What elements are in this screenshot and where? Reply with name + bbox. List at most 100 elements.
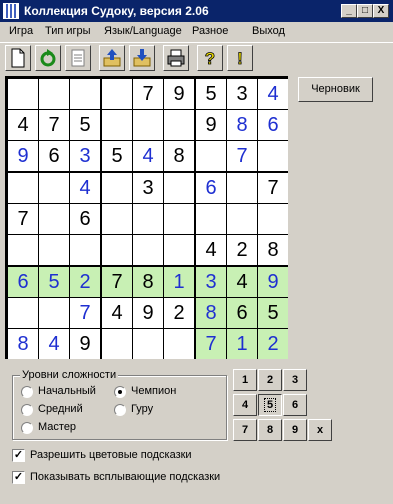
grid-cell[interactable]: 4 (133, 141, 163, 171)
grid-cell[interactable] (70, 79, 100, 109)
grid-cell[interactable]: 1 (227, 329, 257, 359)
maximize-button[interactable]: □ (357, 4, 373, 18)
grid-cell[interactable]: 7 (39, 110, 69, 140)
grid-cell[interactable]: 4 (102, 298, 132, 328)
restart-button[interactable] (35, 45, 61, 71)
grid-cell[interactable]: 8 (227, 110, 257, 140)
grid-cell[interactable]: 7 (227, 141, 257, 171)
minimize-button[interactable]: _ (341, 4, 357, 18)
grid-cell[interactable] (133, 329, 163, 359)
grid-cell[interactable]: 3 (70, 141, 100, 171)
numpad-key-1[interactable]: 1 (233, 369, 257, 391)
grid-cell[interactable] (102, 204, 132, 234)
grid-cell[interactable] (8, 235, 38, 265)
grid-cell[interactable] (39, 298, 69, 328)
grid-cell[interactable]: 9 (258, 267, 288, 297)
grid-cell[interactable]: 6 (70, 204, 100, 234)
grid-cell[interactable]: 6 (39, 141, 69, 171)
grid-cell[interactable]: 4 (258, 79, 288, 109)
grid-cell[interactable]: 8 (8, 329, 38, 359)
grid-cell[interactable]: 9 (164, 79, 194, 109)
menu-game[interactable]: Игра (9, 25, 33, 37)
numpad-key-5[interactable]: 5 (258, 394, 282, 416)
grid-cell[interactable]: 9 (196, 110, 226, 140)
grid-cell[interactable]: 2 (227, 235, 257, 265)
grid-cell[interactable]: 6 (227, 298, 257, 328)
open-button[interactable] (99, 45, 125, 71)
grid-cell[interactable] (39, 173, 69, 203)
grid-cell[interactable] (196, 204, 226, 234)
grid-cell[interactable]: 2 (258, 329, 288, 359)
grid-cell[interactable]: 4 (196, 235, 226, 265)
grid-cell[interactable] (227, 204, 257, 234)
grid-cell[interactable]: 5 (102, 141, 132, 171)
grid-cell[interactable] (133, 204, 163, 234)
grid-cell[interactable] (102, 329, 132, 359)
grid-cell[interactable]: 9 (70, 329, 100, 359)
grid-cell[interactable]: 8 (258, 235, 288, 265)
grid-cell[interactable]: 7 (196, 329, 226, 359)
grid-cell[interactable]: 3 (196, 267, 226, 297)
grid-cell[interactable]: 5 (70, 110, 100, 140)
menu-misc[interactable]: Разное (192, 25, 228, 37)
grid-cell[interactable]: 8 (196, 298, 226, 328)
grid-cell[interactable] (39, 235, 69, 265)
grid-cell[interactable] (133, 110, 163, 140)
grid-cell[interactable] (164, 110, 194, 140)
grid-cell[interactable]: 7 (258, 173, 288, 203)
numpad-key-2[interactable]: 2 (258, 369, 282, 391)
menu-game-type[interactable]: Тип игры (45, 25, 91, 37)
save-button[interactable] (129, 45, 155, 71)
grid-cell[interactable] (39, 79, 69, 109)
grid-cell[interactable]: 5 (196, 79, 226, 109)
grid-cell[interactable]: 9 (8, 141, 38, 171)
grid-cell[interactable] (258, 141, 288, 171)
grid-cell[interactable] (39, 204, 69, 234)
grid-cell[interactable]: 6 (196, 173, 226, 203)
help-button[interactable]: ? (197, 45, 223, 71)
grid-cell[interactable]: 4 (39, 329, 69, 359)
numpad-key-erase[interactable]: x (308, 419, 332, 441)
numpad-key-4[interactable]: 4 (233, 394, 257, 416)
clipboard-button[interactable] (65, 45, 91, 71)
numpad-key-3[interactable]: 3 (283, 369, 307, 391)
grid-cell[interactable]: 4 (70, 173, 100, 203)
grid-cell[interactable] (8, 173, 38, 203)
numpad-key-6[interactable]: 6 (283, 394, 307, 416)
grid-cell[interactable]: 9 (133, 298, 163, 328)
app-icon[interactable] (3, 3, 19, 19)
grid-cell[interactable]: 8 (133, 267, 163, 297)
numpad-key-9[interactable]: 9 (283, 419, 307, 441)
grid-cell[interactable] (196, 141, 226, 171)
print-button[interactable] (163, 45, 189, 71)
grid-cell[interactable] (102, 173, 132, 203)
title-bar[interactable]: Коллекция Судоку, версия 2.06 _ □ X (0, 0, 393, 22)
numpad-key-8[interactable]: 8 (258, 419, 282, 441)
numpad-key-7[interactable]: 7 (233, 419, 257, 441)
grid-cell[interactable] (70, 235, 100, 265)
grid-cell[interactable] (227, 173, 257, 203)
grid-cell[interactable]: 6 (258, 110, 288, 140)
grid-cell[interactable]: 8 (164, 141, 194, 171)
menu-language[interactable]: Язык/Language (104, 25, 182, 37)
grid-cell[interactable] (8, 298, 38, 328)
close-button[interactable]: X (373, 4, 389, 18)
grid-cell[interactable]: 5 (39, 267, 69, 297)
grid-cell[interactable] (8, 79, 38, 109)
grid-cell[interactable] (102, 79, 132, 109)
grid-cell[interactable]: 4 (8, 110, 38, 140)
grid-cell[interactable] (258, 204, 288, 234)
grid-cell[interactable] (164, 204, 194, 234)
grid-cell[interactable]: 7 (102, 267, 132, 297)
grid-cell[interactable] (133, 235, 163, 265)
grid-cell[interactable]: 2 (70, 267, 100, 297)
grid-cell[interactable] (164, 329, 194, 359)
grid-cell[interactable]: 4 (227, 267, 257, 297)
grid-cell[interactable]: 7 (8, 204, 38, 234)
grid-cell[interactable]: 2 (164, 298, 194, 328)
new-game-button[interactable] (5, 45, 31, 71)
draft-button[interactable]: Черновик (298, 77, 373, 102)
grid-cell[interactable]: 5 (258, 298, 288, 328)
grid-cell[interactable]: 3 (227, 79, 257, 109)
grid-cell[interactable] (164, 235, 194, 265)
